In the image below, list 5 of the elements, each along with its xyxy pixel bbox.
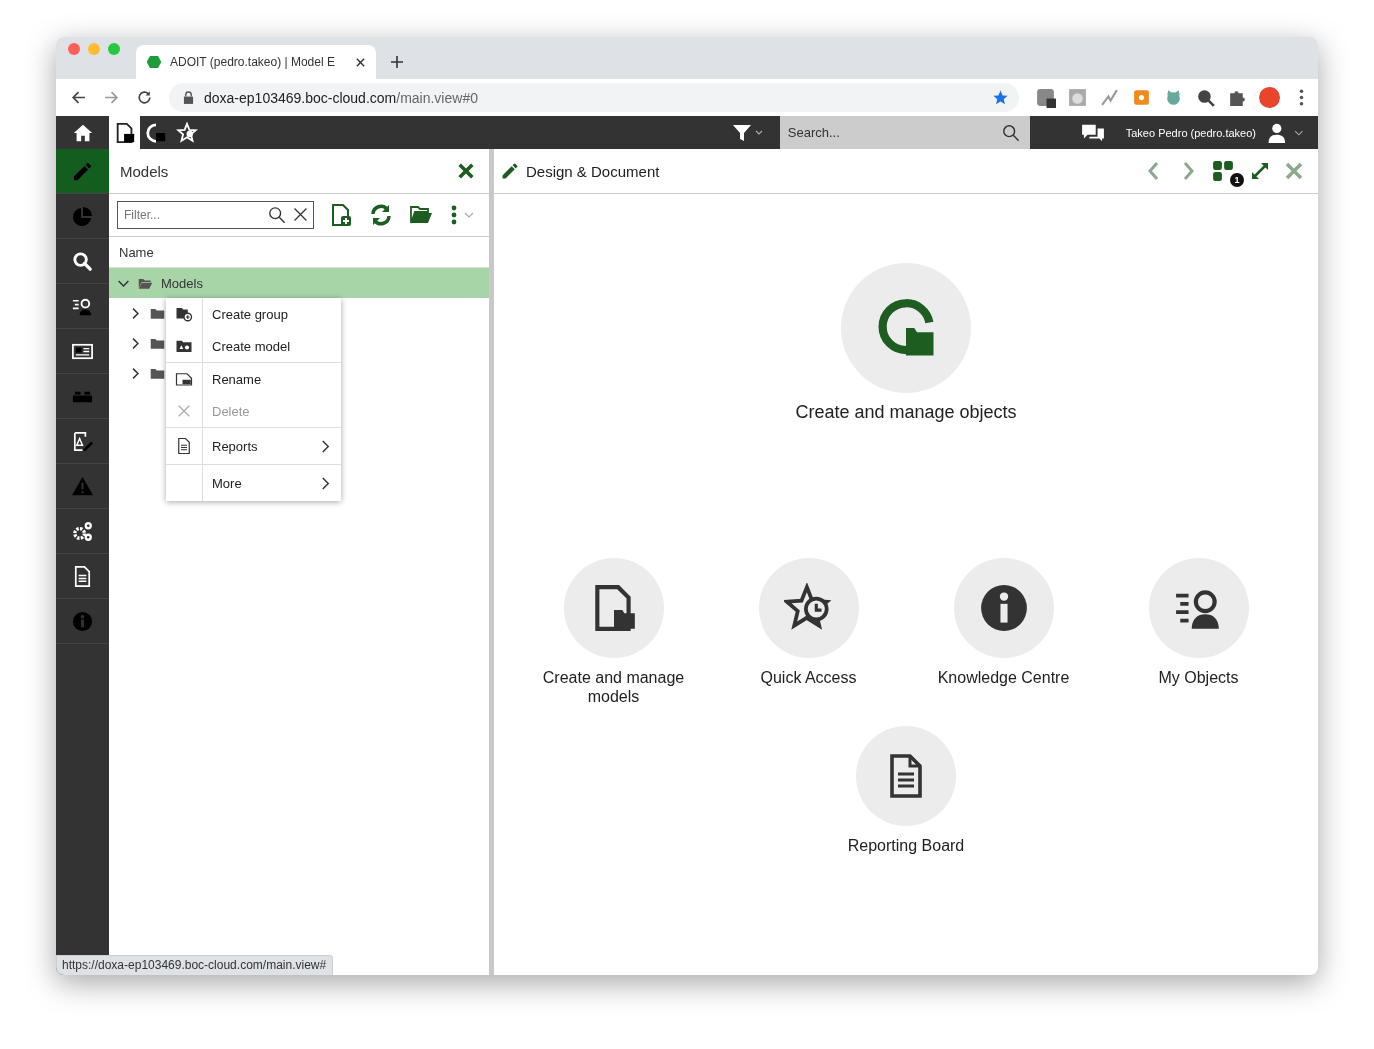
tree-label: Models <box>161 275 203 291</box>
status-url: https://doxa-ep103469.boc-cloud.com/main.view# <box>56 955 334 975</box>
count-badge: 1 <box>1230 173 1244 187</box>
panel-title: Design & Document <box>526 162 660 180</box>
panel-title: Models <box>120 162 169 180</box>
